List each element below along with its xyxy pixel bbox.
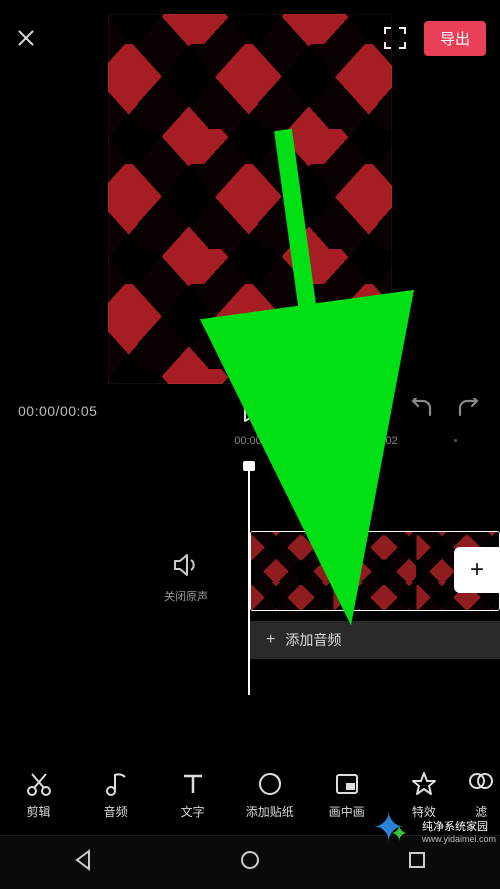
speaker-icon (173, 553, 199, 577)
nav-back[interactable] (72, 849, 94, 876)
play-button[interactable] (242, 399, 264, 423)
watermark: 纯净系统家园 www.yidaimei.com (372, 809, 496, 853)
export-button[interactable]: 导出 (424, 21, 486, 56)
plus-icon: + (470, 558, 484, 582)
ruler-tick: 00:02 (370, 435, 398, 447)
ruler-tick: 00:00 (234, 435, 262, 447)
add-audio-button[interactable]: + 添加音频 (250, 621, 500, 659)
close-button[interactable] (14, 26, 38, 50)
time-counter: 00:00/00:05 (18, 403, 97, 419)
time-ruler[interactable]: 00:00 00:02 (248, 435, 500, 455)
undo-button[interactable] (408, 398, 434, 423)
redo-button[interactable] (456, 398, 482, 423)
star-icon (411, 771, 437, 797)
nav-home[interactable] (239, 849, 261, 876)
text-icon (180, 771, 206, 797)
mute-label: 关闭原声 (164, 588, 208, 604)
video-preview[interactable] (108, 14, 392, 384)
mute-original-button[interactable]: 关闭原声 (164, 553, 208, 604)
music-icon (103, 771, 129, 797)
add-audio-label: 添加音频 (285, 630, 341, 650)
scissors-icon (26, 771, 52, 797)
sticker-icon (257, 771, 283, 797)
fullscreen-icon[interactable] (384, 27, 406, 49)
nav-recent[interactable] (406, 849, 428, 876)
add-clip-button[interactable]: + (454, 547, 500, 593)
plus-icon: + (266, 631, 275, 649)
tool-cut[interactable]: 剪辑 (0, 771, 77, 820)
playhead[interactable] (248, 465, 250, 695)
tool-audio[interactable]: 音频 (77, 771, 154, 820)
tool-text[interactable]: 文字 (154, 771, 231, 820)
tool-sticker[interactable]: 添加贴纸 (231, 771, 308, 820)
pip-icon (334, 771, 360, 797)
filter-icon (468, 771, 494, 797)
